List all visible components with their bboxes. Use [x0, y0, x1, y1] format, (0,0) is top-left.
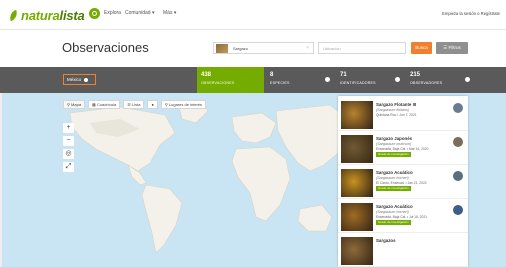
info-icon[interactable] — [395, 77, 400, 82]
observation-photo[interactable] — [341, 203, 373, 231]
observation-photo[interactable] — [341, 135, 373, 163]
observation-photo[interactable] — [341, 101, 373, 129]
scientific-name: (Sargassum fluitans) — [376, 108, 409, 112]
places-of-interest-button[interactable]: ⚲ Lugares de interés — [160, 100, 207, 109]
species-value: Sargazo — [233, 46, 248, 51]
observation-meta: Ensenada, Baja Cal. • Mar 16, 2020 — [376, 147, 429, 151]
nav-explore[interactable]: Explora — [104, 10, 121, 16]
map-controls: + − ◎ ⤢ — [63, 123, 74, 175]
species-thumbnail — [216, 44, 228, 53]
locate-button[interactable]: ◎ — [63, 149, 74, 159]
avatar[interactable] — [453, 171, 463, 181]
list-item[interactable]: Sargazo Acuático (Sargassum horneri) Ens… — [338, 200, 468, 233]
avatar[interactable] — [453, 205, 463, 215]
quality-badge: Grado de investigación — [376, 186, 411, 191]
avatar[interactable] — [453, 137, 463, 147]
observation-photo[interactable] — [341, 237, 373, 265]
logo-text: naturalista — [21, 7, 85, 23]
results-list: Sargazo Flotante III (Sargassum fluitans… — [338, 96, 468, 267]
stat-species[interactable]: 8 ESPECIES — [266, 67, 334, 93]
observation-meta: Ensenada, Baja Cal. • Jul 18, 2021 — [376, 215, 428, 219]
fullscreen-button[interactable]: ⤢ — [63, 162, 74, 172]
quality-badge: Grado de investigación — [376, 152, 411, 157]
nav-more[interactable]: Más ▾ — [163, 10, 176, 16]
stat-value: 71 — [340, 72, 347, 78]
top-nav: naturalista Explora Comunidad ▾ Más ▾ Em… — [0, 0, 506, 30]
scientific-name: (Sargassum horneri) — [376, 176, 409, 180]
stat-label: OBSERVADORES — [410, 81, 443, 85]
stat-value: 8 — [270, 72, 274, 78]
common-name: Sargazo Acuático — [376, 170, 413, 175]
quality-badge: Grado de investigación — [376, 220, 411, 225]
observation-photo[interactable] — [341, 169, 373, 197]
zoom-in-button[interactable]: + — [63, 123, 74, 133]
login-link[interactable]: Empieza la sesión o Regístrate — [442, 11, 500, 16]
species-field[interactable]: Sargazo × — [213, 42, 314, 54]
logo[interactable]: naturalista — [7, 7, 85, 23]
stats-bar: México 438 OBSERVACIONES 8 ESPECIES 71 I… — [0, 67, 506, 93]
stat-observers[interactable]: 215 OBSERVADORES — [406, 67, 474, 93]
stat-label: ESPECIES — [270, 81, 290, 85]
leaf-icon — [7, 9, 20, 21]
layers-button[interactable]: ● — [147, 100, 158, 109]
common-name: Sargazo Japonés — [376, 136, 413, 141]
list-item[interactable]: Sargazo Japonés (Sargassum muticum) Ense… — [338, 132, 468, 165]
list-item[interactable]: Sargazo Acuático (Sargassum horneri) El … — [338, 166, 468, 199]
go-button[interactable]: Busca — [411, 42, 432, 54]
observation-meta: Quintana Roo • Jun 7, 2021 — [376, 113, 417, 117]
place-pill[interactable]: México — [63, 74, 96, 85]
common-name: Sargazo Acuático — [376, 204, 413, 209]
clear-icon[interactable]: × — [306, 45, 309, 51]
close-icon[interactable] — [84, 77, 89, 82]
stat-observations[interactable]: 438 OBSERVACIONES — [197, 67, 264, 93]
common-name: Sargazo Flotante III — [376, 102, 417, 107]
observation-meta: El Cardo, Ensenad. • Jan 21, 2022 — [376, 181, 427, 185]
filters-button[interactable]: ☰ Filtros — [436, 42, 468, 54]
stat-label: OBSERVACIONES — [201, 81, 235, 85]
tab-grid[interactable]: ▦ Cuadrícula — [88, 100, 121, 109]
avatar[interactable] — [453, 103, 463, 113]
view-tabs: ⚲ Mapa ▦ Cuadrícula ☰ Lista ● ⚲ Lugares … — [63, 100, 207, 109]
tab-map[interactable]: ⚲ Mapa — [63, 100, 86, 109]
page-title: Observaciones — [62, 40, 149, 55]
stat-identifiers[interactable]: 71 IDENTIFICADORES — [336, 67, 404, 93]
search-icon[interactable] — [89, 8, 100, 19]
scientific-name: (Sargassum muticum) — [376, 142, 412, 146]
left-edge — [0, 93, 2, 267]
scientific-name: (Sargassum horneri) — [376, 210, 409, 214]
place-field[interactable]: Ubicación — [318, 42, 406, 54]
tab-list[interactable]: ☰ Lista — [123, 100, 145, 109]
info-icon[interactable] — [325, 77, 330, 82]
list-item[interactable]: Sargazos — [338, 234, 468, 267]
stat-value: 215 — [410, 72, 421, 78]
common-name: Sargazos — [376, 238, 396, 243]
zoom-out-button[interactable]: − — [63, 136, 74, 146]
stat-label: IDENTIFICADORES — [340, 81, 376, 85]
nav-community[interactable]: Comunidad ▾ — [125, 10, 154, 16]
info-icon[interactable] — [465, 77, 470, 82]
place-placeholder: Ubicación — [323, 46, 341, 51]
stat-value: 438 — [201, 72, 212, 78]
place-pill-label: México — [67, 77, 82, 82]
list-item[interactable]: Sargazo Flotante III (Sargassum fluitans… — [338, 98, 468, 131]
